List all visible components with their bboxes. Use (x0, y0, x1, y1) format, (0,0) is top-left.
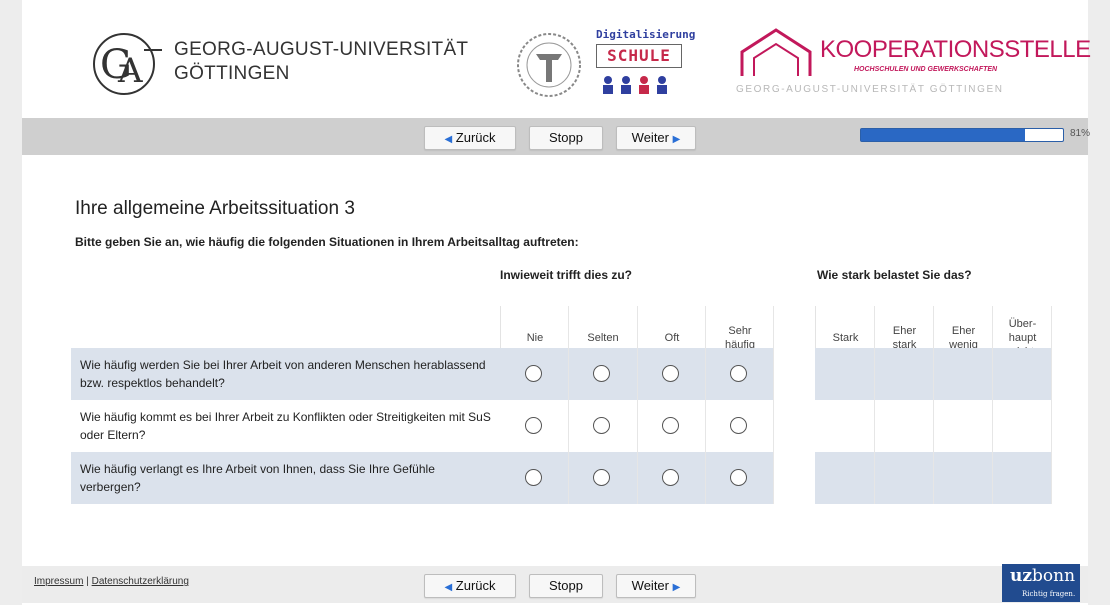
stop-button-label: Stopp (549, 130, 583, 145)
back-button-label: Zurück (455, 130, 496, 145)
arrow-right-icon: ▶ (672, 134, 681, 145)
next-button-label: Weiter (631, 578, 669, 593)
instruction-text: Bitte geben Sie an, wie häufig die folge… (75, 235, 579, 249)
column-divider (773, 306, 774, 504)
group-heading-strain: Wie stark belastet Sie das? (817, 268, 972, 282)
radio-option[interactable] (662, 365, 679, 382)
footer-links: Impressum | Datenschutzerklärung (34, 576, 189, 587)
digitalisierung-schule-logo: Digitalisierung SCHULE (590, 28, 698, 100)
foundation-seal-logo (517, 33, 581, 97)
column-divider (568, 306, 569, 504)
people-icon (603, 76, 667, 94)
schule-label: SCHULE (596, 44, 682, 68)
kooperationsstelle-subtitle: HOCHSCHULEN UND GEWERKSCHAFTEN (854, 66, 998, 73)
impressum-link[interactable]: Impressum (34, 576, 83, 587)
column-divider (992, 306, 993, 504)
progress-bar-fill (861, 129, 1025, 141)
progress-bar (860, 128, 1064, 142)
university-name: GEORG-AUGUST-UNIVERSITÄT GÖTTINGEN (174, 38, 468, 86)
radio-option[interactable] (593, 365, 610, 382)
stop-button-bottom[interactable]: Stopp (529, 574, 603, 598)
column-divider (874, 306, 875, 504)
back-button-label: Zurück (455, 578, 496, 593)
radio-option[interactable] (662, 417, 679, 434)
question-text: Wie häufig werden Sie bei Ihrer Arbeit v… (80, 358, 486, 390)
next-button-label: Weiter (631, 130, 669, 145)
radio-option[interactable] (730, 469, 747, 486)
question-text: Wie häufig verlangt es Ihre Arbeit von I… (80, 462, 435, 494)
radio-option[interactable] (593, 417, 610, 434)
column-divider (1051, 306, 1052, 504)
navigation-bar-top: ◀ Zurück Stopp Weiter ▶ 81% (22, 118, 1091, 155)
question-text: Wie häufig kommt es bei Ihrer Arbeit zu … (80, 410, 491, 442)
svg-text:A: A (117, 51, 143, 91)
navigation-bar-bottom: Impressum | Datenschutzerklärung ◀ Zurüc… (22, 564, 1088, 603)
back-button[interactable]: ◀ Zurück (424, 126, 516, 150)
radio-option[interactable] (730, 417, 747, 434)
radio-option[interactable] (662, 469, 679, 486)
arrow-left-icon: ◀ (444, 134, 453, 145)
university-seal-logo: G A (93, 33, 162, 95)
stop-button-label: Stopp (549, 578, 583, 593)
house-icon (740, 28, 812, 76)
back-button-bottom[interactable]: ◀ Zurück (424, 574, 516, 598)
university-name-line1: GEORG-AUGUST-UNIVERSITÄT (174, 39, 469, 60)
footer-separator: | (86, 576, 89, 587)
radio-option[interactable] (730, 365, 747, 382)
uzbonn-logo: uzbonn Richtig fragen. (1002, 564, 1080, 602)
progress-percent: 81% (1070, 128, 1091, 139)
next-button-bottom[interactable]: Weiter ▶ (616, 574, 696, 598)
column-divider (637, 306, 638, 504)
uzbonn-tagline: Richtig fragen. (1022, 590, 1076, 598)
radio-option[interactable] (525, 417, 542, 434)
kooperationsstelle-logo: KOOPERATIONSSTELLE HOCHSCHULEN UND GEWER… (734, 26, 1091, 104)
radio-option[interactable] (525, 469, 542, 486)
stop-button[interactable]: Stopp (529, 126, 603, 150)
university-name-line2: GÖTTINGEN (174, 63, 290, 84)
privacy-link[interactable]: Datenschutzerklärung (92, 576, 189, 587)
column-divider (705, 306, 706, 504)
survey-page: G A GEORG-AUGUST-UNIVERSITÄT GÖTTINGEN D… (22, 0, 1091, 605)
page-title: Ihre allgemeine Arbeitssituation 3 (75, 198, 355, 219)
next-button[interactable]: Weiter ▶ (616, 126, 696, 150)
arrow-right-icon: ▶ (672, 582, 681, 593)
kooperationsstelle-name: KOOPERATIONSSTELLE (820, 36, 1091, 63)
radio-option[interactable] (593, 469, 610, 486)
uzbonn-brand: uzbonn (1010, 566, 1076, 586)
column-divider (933, 306, 934, 504)
arrow-left-icon: ◀ (444, 582, 453, 593)
radio-option[interactable] (525, 365, 542, 382)
header: G A GEORG-AUGUST-UNIVERSITÄT GÖTTINGEN D… (22, 0, 1091, 118)
digitalisierung-label: Digitalisierung (596, 28, 696, 41)
group-heading-frequency: Inwieweit trifft dies zu? (500, 268, 633, 282)
kooperationsstelle-university: GEORG-AUGUST-UNIVERSITÄT GÖTTINGEN (736, 84, 1004, 95)
